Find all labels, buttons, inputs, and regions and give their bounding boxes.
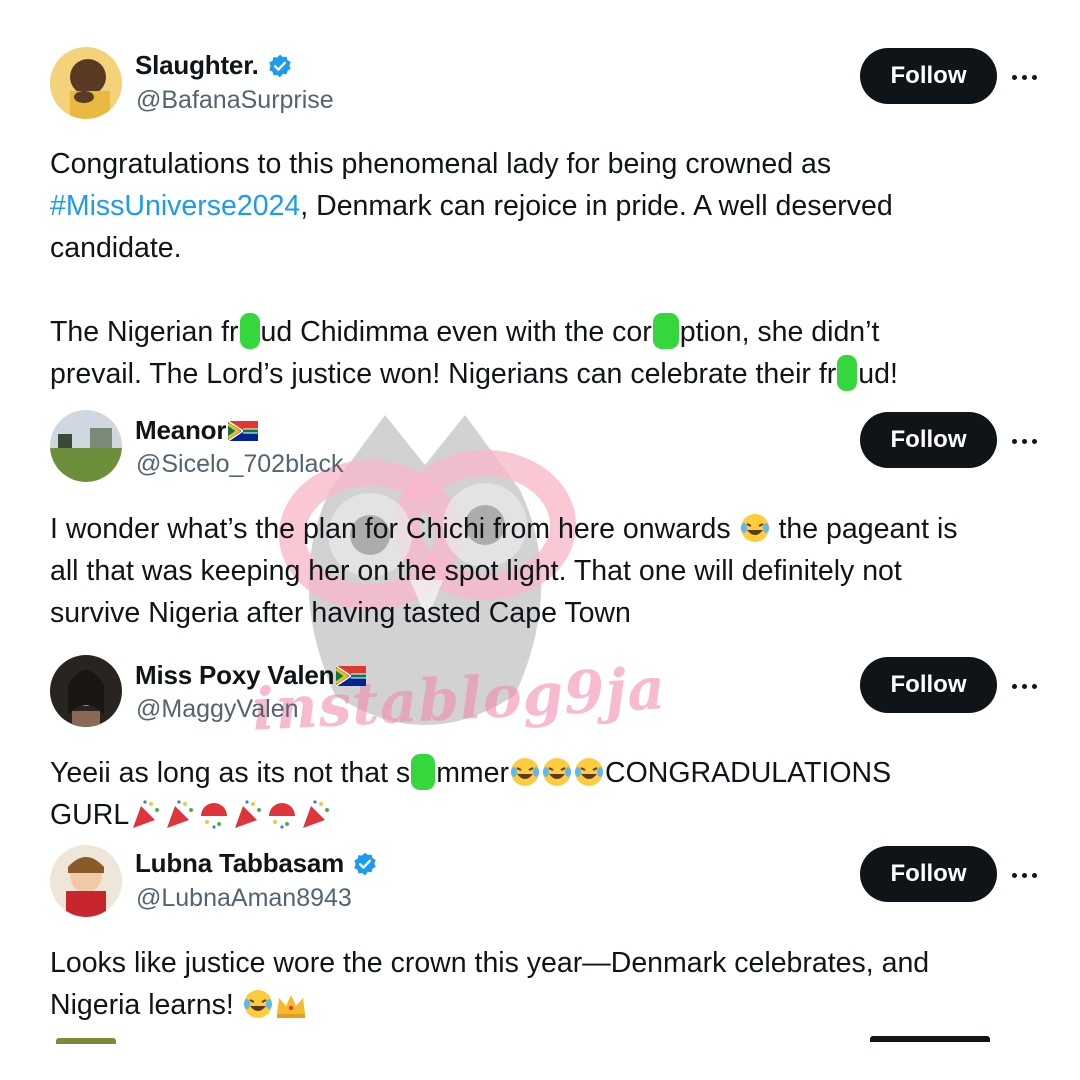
- tweet-text-line: the pageant is: [778, 513, 958, 545]
- south-africa-flag-icon: [336, 665, 367, 686]
- display-name[interactable]: Miss Poxy Valen: [135, 660, 335, 691]
- next-tweet-follow-button-edge: [870, 1036, 990, 1042]
- laughing-tears-emoji-icon: [543, 758, 572, 786]
- avatar[interactable]: [50, 845, 122, 917]
- tweet-text-line: prevail. The Lord’s justice won! Nigeria…: [50, 358, 837, 390]
- hashtag-link[interactable]: #MissUniverse2024: [50, 190, 300, 222]
- tweet-text-line: candidate.: [50, 232, 182, 264]
- tweet-text-line: survive Nigeria after having tasted Cape…: [50, 597, 631, 629]
- tweet-text-line: ud Chidimma even with the cor: [260, 316, 652, 348]
- laughing-tears-emoji-icon: [511, 758, 540, 786]
- tweet-text: Yeeii as long as its not that s mmer CONGR…: [50, 752, 1040, 836]
- censor-blob: [239, 313, 260, 349]
- crown-emoji-icon: [276, 995, 305, 1018]
- tweet-text-line: GURL: [50, 799, 130, 831]
- tweet-text: Looks like justice wore the crown this y…: [50, 942, 1040, 1026]
- laughing-tears-emoji-icon: [740, 514, 769, 542]
- more-options-icon[interactable]: [1012, 436, 1042, 446]
- tweet-text-line: ption, she didn’t: [679, 316, 880, 348]
- censor-blob: [837, 355, 858, 391]
- handle[interactable]: @LubnaAman8943: [136, 884, 352, 913]
- tweet-text: Congratulations to this phenomenal lady …: [50, 143, 1040, 395]
- tweet-text: I wonder what’s the plan for Chichi from…: [50, 508, 1040, 634]
- laughing-tears-emoji-icon: [243, 990, 272, 1018]
- party-popper-emoji-icon: [133, 800, 160, 828]
- follow-button[interactable]: Follow: [860, 412, 997, 468]
- tweet-text-line: Looks like justice wore the crown this y…: [50, 947, 930, 979]
- party-popper-emoji-icon: [235, 800, 262, 828]
- tweet-text-line: ud!: [858, 358, 898, 390]
- laughing-tears-emoji-icon: [575, 758, 604, 786]
- display-name[interactable]: Lubna Tabbasam: [135, 848, 344, 879]
- follow-button[interactable]: Follow: [860, 48, 997, 104]
- next-tweet-avatar-edge: [56, 1038, 116, 1044]
- display-name[interactable]: Slaughter.: [135, 50, 259, 81]
- more-options-icon[interactable]: [1012, 681, 1042, 691]
- censor-blob: [411, 754, 436, 790]
- party-popper-emoji-icon: [303, 800, 330, 828]
- more-options-icon[interactable]: [1012, 72, 1042, 82]
- verified-badge-icon: [354, 852, 376, 875]
- tweet-text-line: Yeeii as long as its not that s: [50, 757, 411, 789]
- handle[interactable]: @MaggyValen: [136, 695, 299, 724]
- follow-button[interactable]: Follow: [860, 846, 997, 902]
- tweet-text-line: mmer: [436, 757, 510, 789]
- tweet-text-line: Nigeria learns!: [50, 989, 234, 1021]
- confetti-ball-emoji-icon: [269, 803, 296, 829]
- verified-badge-icon: [268, 54, 291, 77]
- south-africa-flag-icon: [228, 420, 259, 441]
- avatar[interactable]: [50, 47, 122, 119]
- display-name[interactable]: Meanor: [135, 415, 226, 446]
- censor-blob: [652, 313, 679, 349]
- confetti-ball-emoji-icon: [201, 803, 228, 829]
- tweet-text-line: The Nigerian fr: [50, 316, 239, 348]
- tweet-text-line: Congratulations to this phenomenal lady …: [50, 148, 832, 180]
- tweet-text-line: , Denmark can rejoice in pride. A well d…: [300, 190, 893, 222]
- tweet-text-line: I wonder what’s the plan for Chichi from…: [50, 513, 731, 545]
- handle[interactable]: @BafanaSurprise: [136, 86, 334, 115]
- avatar[interactable]: [50, 410, 122, 482]
- party-popper-emoji-icon: [167, 800, 194, 828]
- more-options-icon[interactable]: [1012, 870, 1042, 880]
- tweet-text-line: all that was keeping her on the spot lig…: [50, 555, 902, 587]
- tweet-text-line: CONGRADULATIONS: [605, 757, 892, 789]
- follow-button[interactable]: Follow: [860, 657, 997, 713]
- avatar[interactable]: [50, 655, 122, 727]
- handle[interactable]: @Sicelo_702black: [136, 450, 343, 479]
